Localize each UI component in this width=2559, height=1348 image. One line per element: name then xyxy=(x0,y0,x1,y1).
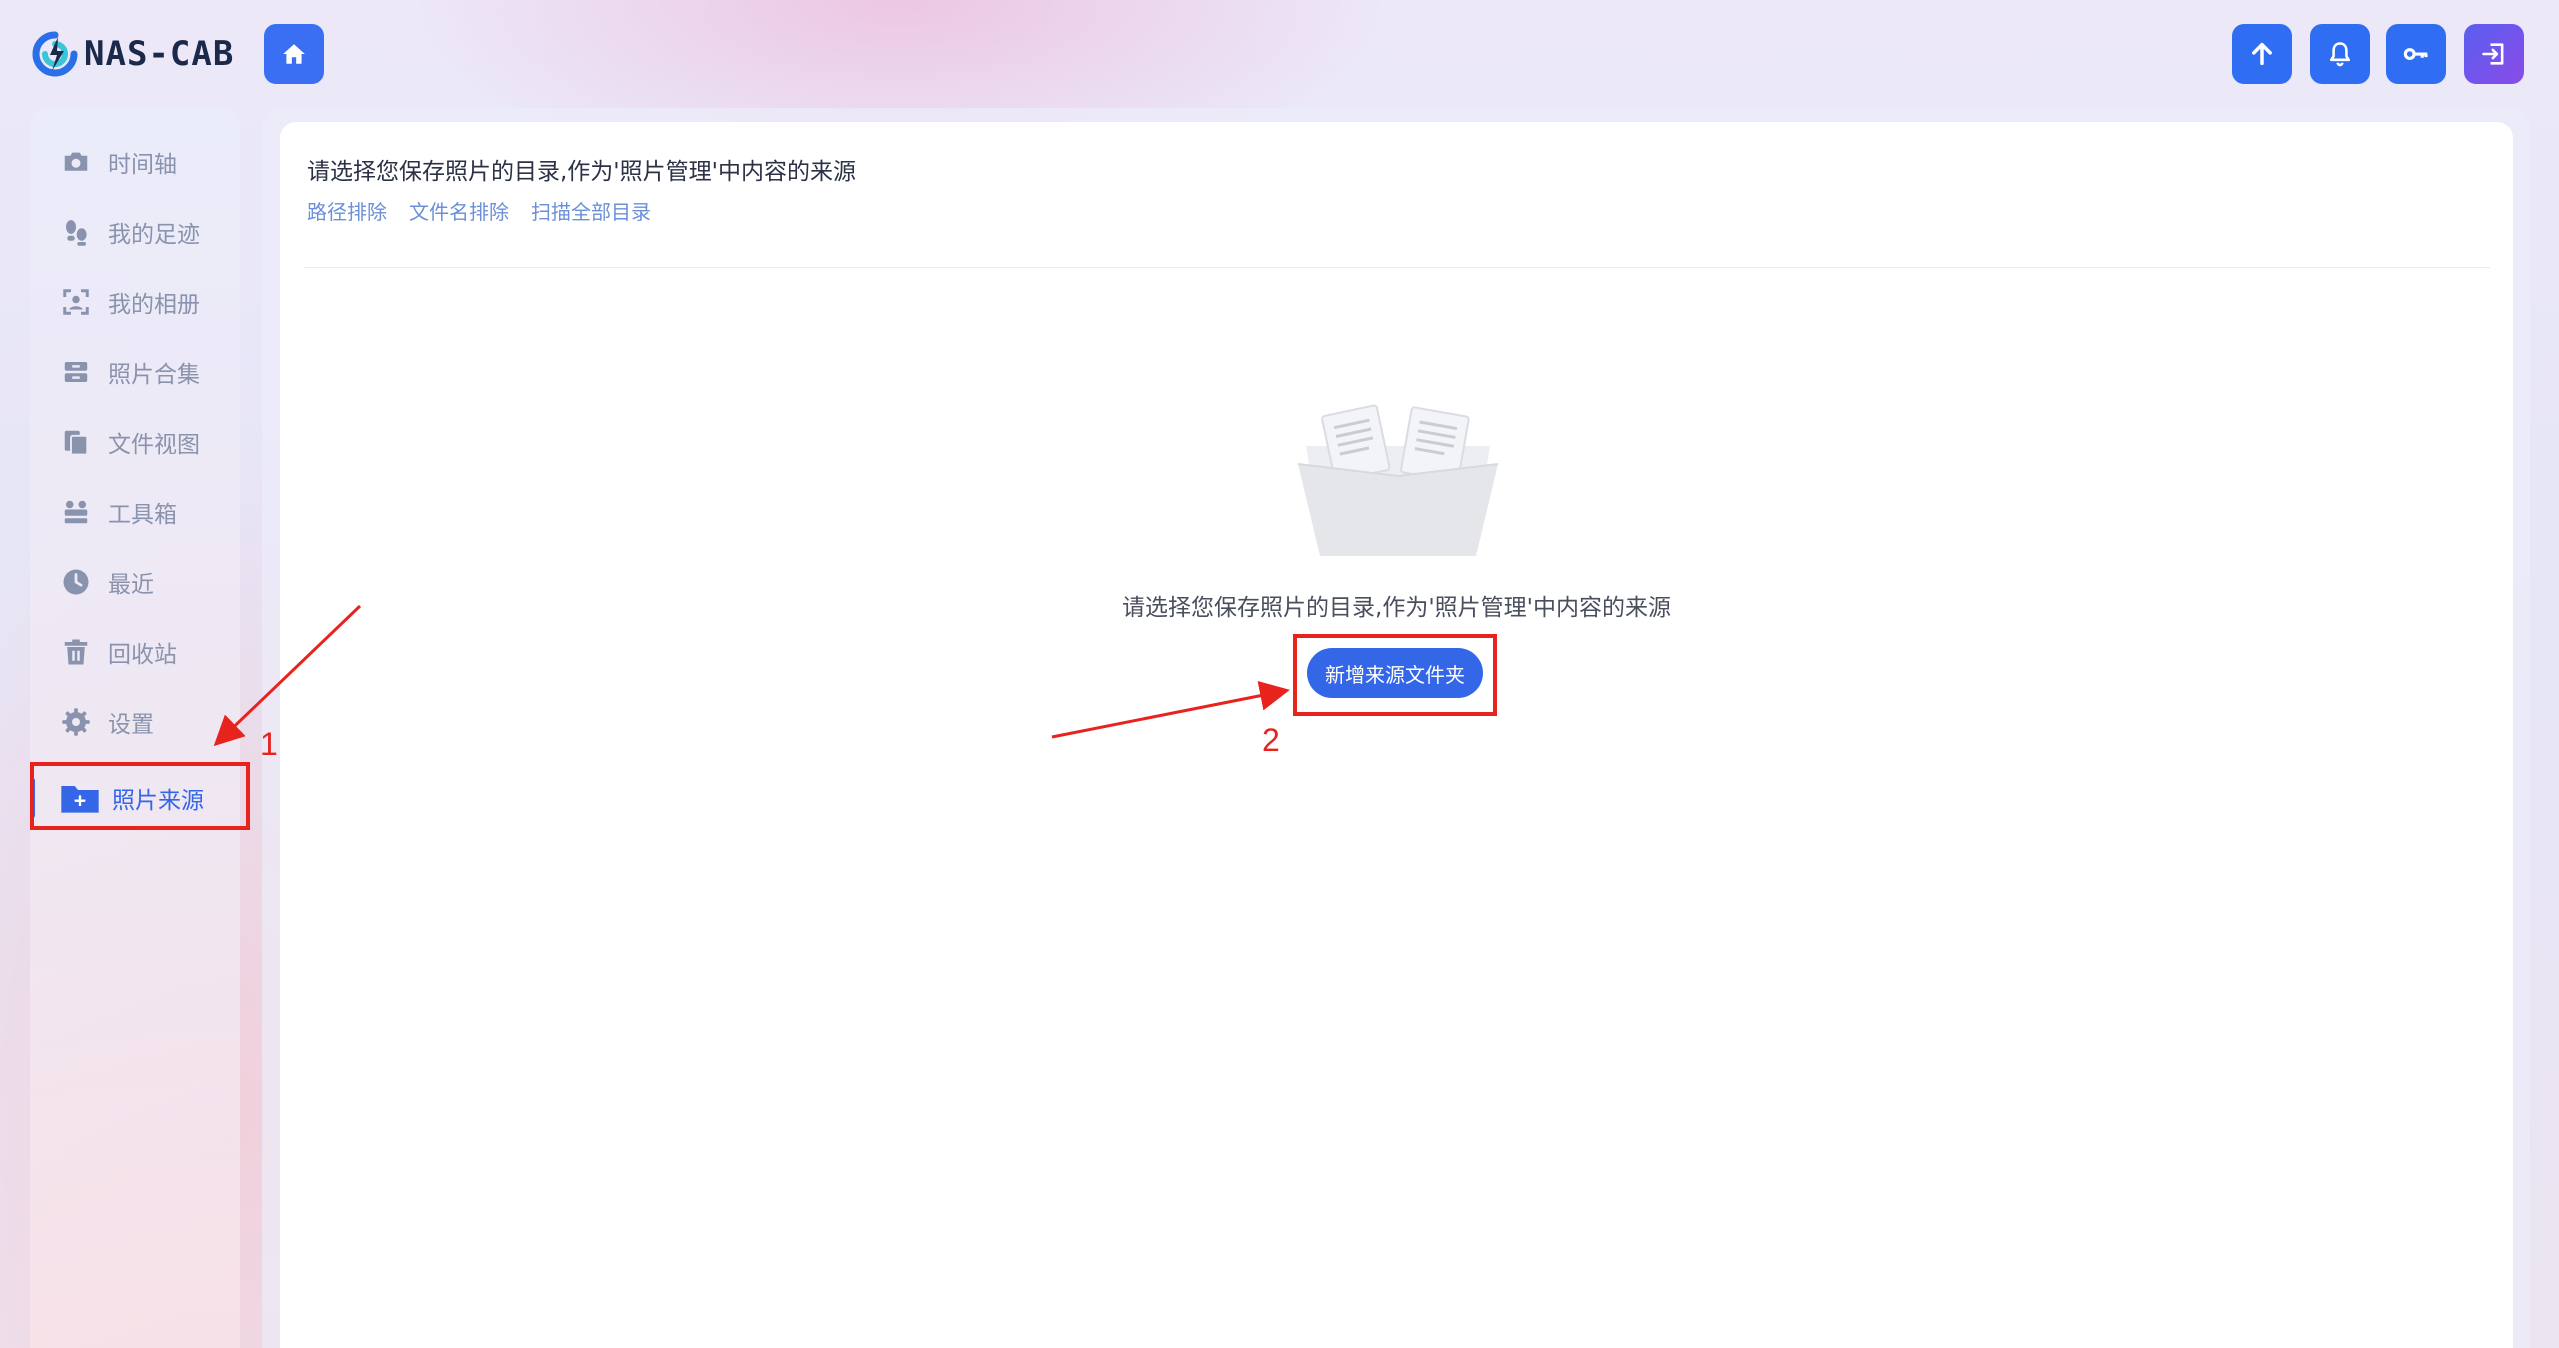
clock-icon xyxy=(60,566,92,598)
home-button[interactable] xyxy=(264,24,324,84)
sidebar: 时间轴 我的足迹 我的相册 照片合集 文件视图 工具箱 最近 回收站 设置 照片… xyxy=(30,108,240,1348)
panel-links: 路径排除 文件名排除 扫描全部目录 xyxy=(307,196,651,225)
home-icon xyxy=(283,44,305,64)
footprints-icon xyxy=(60,216,92,248)
scan-all-link[interactable]: 扫描全部目录 xyxy=(531,196,651,225)
toolbox-icon xyxy=(60,496,92,528)
sidebar-item-collections[interactable]: 照片合集 xyxy=(30,346,240,398)
key-icon xyxy=(2403,48,2428,60)
sidebar-item-label: 我的相册 xyxy=(108,292,200,318)
key-button[interactable] xyxy=(2386,24,2446,84)
camera-icon xyxy=(60,146,92,178)
filename-exclude-link[interactable]: 文件名排除 xyxy=(409,196,509,225)
sidebar-item-label: 回收站 xyxy=(108,642,177,668)
bell-icon xyxy=(2329,42,2351,67)
sidebar-item-label: 时间轴 xyxy=(108,152,177,178)
sidebar-item-label: 照片合集 xyxy=(108,362,200,388)
app-header: NAS-CAB xyxy=(0,0,2559,108)
divider xyxy=(304,267,2490,268)
main-panel: 请选择您保存照片的目录,作为'照片管理'中内容的来源 路径排除 文件名排除 扫描… xyxy=(280,122,2513,1348)
archive-icon xyxy=(60,356,92,388)
sidebar-item-recent[interactable]: 最近 xyxy=(30,556,240,608)
trash-icon xyxy=(60,636,92,668)
sidebar-item-label: 工具箱 xyxy=(108,502,177,528)
app-logo[interactable]: NAS-CAB xyxy=(32,30,234,78)
sidebar-item-toolbox[interactable]: 工具箱 xyxy=(30,486,240,538)
sidebar-item-label: 设置 xyxy=(108,712,154,738)
logout-button[interactable] xyxy=(2464,24,2524,84)
annotation-box-1 xyxy=(30,762,250,830)
empty-state-text: 请选择您保存照片的目录,作为'照片管理'中内容的来源 xyxy=(1122,595,1671,621)
sidebar-item-label: 我的足迹 xyxy=(108,222,200,248)
annotation-label-1: 1 xyxy=(260,726,278,762)
path-exclude-link[interactable]: 路径排除 xyxy=(307,196,387,225)
sidebar-item-albums[interactable]: 我的相册 xyxy=(30,276,240,328)
sidebar-item-label: 文件视图 xyxy=(108,432,200,458)
sidebar-item-label: 最近 xyxy=(108,572,154,598)
logo-text: NAS-CAB xyxy=(84,34,235,74)
annotation-box-2 xyxy=(1293,634,1497,716)
upload-arrow-icon xyxy=(2252,42,2272,66)
sidebar-item-footprints[interactable]: 我的足迹 xyxy=(30,206,240,258)
page-title: 请选择您保存照片的目录,作为'照片管理'中内容的来源 xyxy=(307,159,856,185)
upload-button[interactable] xyxy=(2232,24,2292,84)
notifications-button[interactable] xyxy=(2310,24,2370,84)
annotation-label-2: 2 xyxy=(1262,722,1280,758)
sidebar-item-settings[interactable]: 设置 xyxy=(30,696,240,748)
logo-icon xyxy=(32,31,78,77)
sidebar-item-trash[interactable]: 回收站 xyxy=(30,626,240,678)
sidebar-item-timeline[interactable]: 时间轴 xyxy=(30,136,240,188)
gear-icon xyxy=(60,706,92,738)
logout-icon xyxy=(2482,43,2504,65)
copy-files-icon xyxy=(60,426,92,458)
empty-box-illustration xyxy=(1297,404,1499,556)
sidebar-item-file-view[interactable]: 文件视图 xyxy=(30,416,240,468)
face-scan-icon xyxy=(60,286,92,318)
